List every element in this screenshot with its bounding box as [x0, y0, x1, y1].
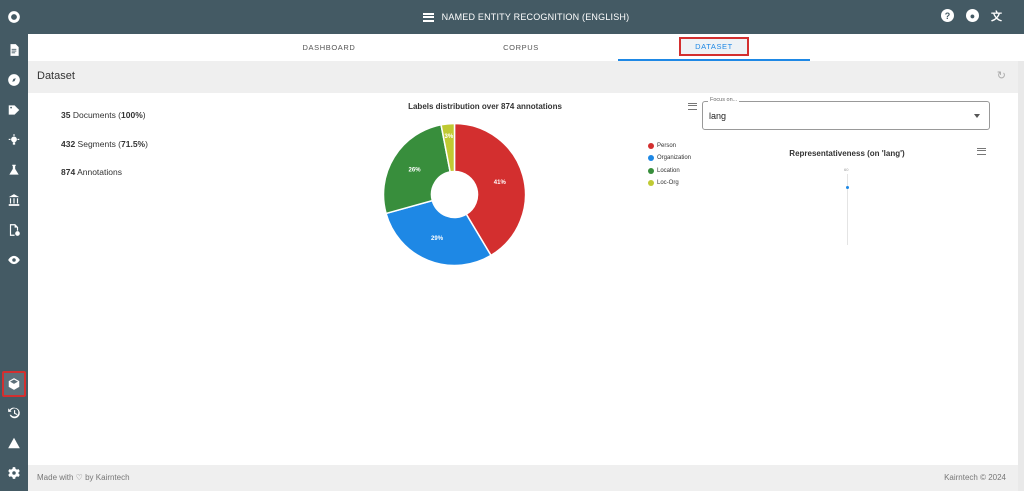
legend-item-loc-org[interactable]: Loc-Org	[648, 177, 691, 189]
legend-label: Location	[657, 167, 680, 174]
legend-swatch	[648, 180, 654, 187]
document-settings-icon[interactable]	[4, 220, 24, 240]
chevron-down-icon	[974, 114, 980, 118]
pie-label-location: 26%	[409, 168, 422, 174]
tab-bar: DASHBOARD CORPUS DATASET	[28, 34, 1024, 61]
scrollbar-track[interactable]	[1018, 61, 1024, 491]
legend-label: Loc-Org	[657, 180, 679, 187]
footer-made-with: Made with ♡ by Kairntech	[37, 473, 130, 482]
tab-corpus-label: CORPUS	[503, 43, 539, 52]
dataset-cube-icon[interactable]	[2, 371, 26, 397]
history-icon[interactable]	[4, 403, 24, 423]
settings-gear-icon[interactable]	[4, 463, 24, 483]
annotations-label: Annotations	[75, 167, 122, 177]
flask-icon[interactable]	[4, 160, 24, 180]
segments-count: 432	[61, 139, 76, 149]
documents-close: )	[142, 110, 146, 120]
legend-item-organization[interactable]: Organization	[648, 152, 691, 164]
representativeness-axis	[847, 174, 848, 245]
representativeness-menu-icon[interactable]	[977, 148, 986, 155]
legend-item-person[interactable]: Person	[648, 140, 691, 152]
labels-donut-chart: 41% 29% 26% 3%	[382, 122, 527, 267]
chart-legend: Person Organization Location Loc-Org	[648, 140, 691, 189]
app-logo-icon[interactable]	[4, 7, 24, 27]
pie-label-organization: 29%	[431, 236, 444, 242]
tab-dashboard-label: DASHBOARD	[302, 43, 356, 52]
legend-swatch	[648, 155, 654, 162]
pie-label-person: 41%	[494, 180, 507, 186]
menu-icon[interactable]	[422, 12, 434, 22]
documents-pct: 100%	[121, 110, 143, 120]
tab-dataset-label: DATASET	[679, 37, 749, 56]
tab-corpus[interactable]: CORPUS	[425, 34, 617, 61]
eye-icon[interactable]	[4, 250, 24, 270]
app: NAMED ENTITY RECOGNITION (ENGLISH) ? ● 文…	[0, 0, 1024, 491]
tab-dashboard[interactable]: DASHBOARD	[233, 34, 425, 61]
representativeness-point	[846, 186, 849, 189]
footer: Made with ♡ by Kairntech Kairntech © 202…	[28, 465, 1018, 491]
chart-title: Labels distribution over 874 annotations	[408, 102, 562, 111]
representativeness-tick: 60	[844, 167, 849, 172]
documents-icon[interactable]	[4, 40, 24, 60]
stat-documents: 35 Documents (100%)	[61, 110, 146, 120]
section-header: Dataset ↻	[28, 61, 1018, 93]
legend-swatch	[648, 143, 654, 150]
tab-dataset[interactable]: DATASET	[618, 34, 810, 61]
lightbulb-icon[interactable]	[4, 130, 24, 150]
focus-select-value: lang	[709, 111, 727, 121]
segments-label: Segments (	[75, 139, 122, 149]
documents-label: Documents (	[70, 110, 122, 120]
section-title: Dataset	[37, 70, 75, 82]
legend-item-location[interactable]: Location	[648, 165, 691, 177]
focus-select-label: Focus on...	[708, 97, 740, 103]
project-title: NAMED ENTITY RECOGNITION (ENGLISH)	[441, 12, 630, 22]
focus-select[interactable]: Focus on... lang	[702, 97, 990, 130]
account-icon[interactable]: ●	[966, 9, 979, 22]
footer-copyright: Kairntech © 2024	[944, 473, 1006, 482]
legend-label: Person	[657, 143, 677, 150]
stat-annotations: 874 Annotations	[61, 167, 122, 177]
header-title-group: NAMED ENTITY RECOGNITION (ENGLISH)	[28, 0, 1024, 34]
header-actions: ? ● 文	[941, 9, 1002, 23]
stat-segments: 432 Segments (71.5%)	[61, 139, 148, 149]
annotations-count: 874	[61, 167, 76, 177]
legend-swatch	[648, 167, 654, 174]
compass-icon[interactable]	[4, 70, 24, 90]
representativeness-title: Representativeness (on 'lang')	[789, 149, 905, 158]
bank-icon[interactable]	[4, 190, 24, 210]
chart-menu-icon[interactable]	[688, 103, 697, 110]
sidebar	[0, 0, 28, 491]
pie-label-loc-org: 3%	[445, 134, 454, 140]
warning-triangle-icon[interactable]	[4, 433, 24, 453]
translate-icon[interactable]: 文	[991, 9, 1002, 23]
segments-pct: 71.5%	[121, 139, 146, 149]
refresh-icon[interactable]: ↻	[997, 69, 1006, 82]
top-app-bar: NAMED ENTITY RECOGNITION (ENGLISH) ? ● 文	[28, 0, 1024, 34]
label-icon[interactable]	[4, 100, 24, 120]
help-icon[interactable]: ?	[941, 9, 954, 22]
segments-close: )	[145, 139, 148, 149]
legend-label: Organization	[657, 155, 692, 162]
